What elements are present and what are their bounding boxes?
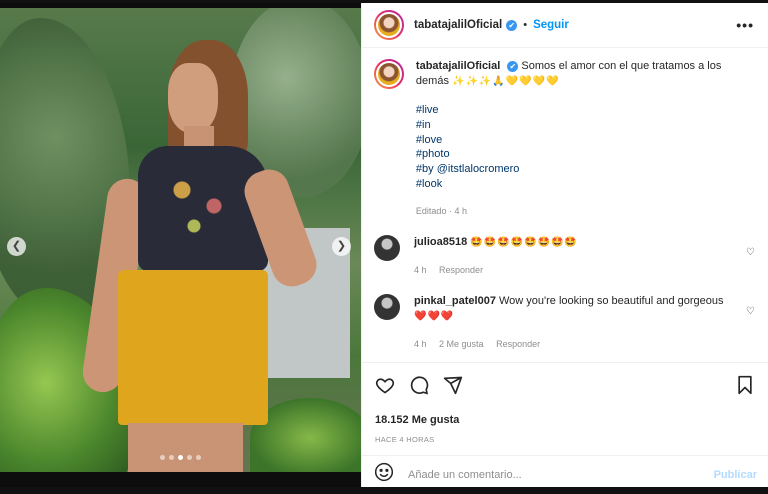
hashtag[interactable]: #love <box>416 133 755 148</box>
hashtag-list: #live #in #love #photo #by @itstlalocrom… <box>416 103 755 192</box>
comment-input[interactable] <box>408 468 714 481</box>
carousel-dot <box>169 455 174 460</box>
hashtag[interactable]: #live <box>416 103 755 118</box>
comment-row: pinkal_patel007 Wow you're looking so be… <box>374 293 755 352</box>
comment-text: Wow you're looking so beautiful and gorg… <box>499 294 724 307</box>
comment-likes[interactable]: 2 Me gusta <box>439 339 484 349</box>
post-media: ❮ ❯ <box>0 0 361 494</box>
reply-button[interactable]: Responder <box>496 339 540 349</box>
carousel-dot <box>187 455 192 460</box>
comment-icon[interactable] <box>409 375 429 400</box>
post-panel: tabatajalilOficial ✔ • Seguir ••• tabata… <box>361 0 768 494</box>
verified-icon: ✔ <box>507 60 519 72</box>
hashtag[interactable]: #by @itstlalocromero <box>416 162 755 177</box>
carousel-dot <box>196 455 201 460</box>
heart-icon[interactable] <box>375 375 395 400</box>
comment-like-icon[interactable]: ♡ <box>746 247 755 258</box>
likes-count[interactable]: 18.152 Me gusta <box>375 414 755 426</box>
author-username[interactable]: tabatajalilOficial <box>414 19 502 31</box>
caption-meta: Editado · 4 h <box>415 205 467 216</box>
hashtag[interactable]: #look <box>416 177 755 192</box>
hashtag[interactable]: #photo <box>416 147 755 162</box>
comment-like-icon[interactable]: ♡ <box>746 306 755 317</box>
follow-button[interactable]: Seguir <box>533 19 569 31</box>
comment-emojis: ❤️❤️❤️ <box>414 310 455 322</box>
chevron-left-icon[interactable]: ❮ <box>7 237 26 256</box>
carousel-dot-active <box>178 455 183 460</box>
share-icon[interactable] <box>443 375 463 400</box>
carousel-dot <box>160 455 165 460</box>
comment-text: 🤩🤩🤩🤩🤩🤩🤩🤩 <box>470 236 578 248</box>
more-options-icon[interactable]: ••• <box>736 17 754 33</box>
commenter-username[interactable]: julioa8518 <box>414 236 467 248</box>
comments-list[interactable]: tabatajalilOficial ✔ Somos el amor con e… <box>362 49 768 362</box>
commenter-username[interactable]: pinkal_patel007 <box>414 295 496 307</box>
caption-avatar[interactable] <box>374 59 404 89</box>
caption-emojis: ✨✨✨🙏💛💛💛💛 <box>452 76 560 87</box>
commenter-avatar[interactable] <box>374 234 400 261</box>
comment-time: 4 h <box>414 264 427 275</box>
verified-icon: ✔ <box>506 19 518 31</box>
comment-time: 4 h <box>414 338 427 349</box>
post-photo <box>0 8 361 472</box>
emoji-icon[interactable] <box>374 462 394 487</box>
publish-button[interactable]: Publicar <box>714 469 757 481</box>
window-bottom-edge <box>0 487 768 494</box>
author-avatar[interactable] <box>374 10 404 40</box>
commenter-avatar[interactable] <box>374 293 400 320</box>
hashtag[interactable]: #in <box>416 118 755 133</box>
comment-row: julioa8518 🤩🤩🤩🤩🤩🤩🤩🤩 4 h Responder ♡ <box>374 234 755 278</box>
window-top-edge <box>0 0 768 3</box>
separator-dot: • <box>523 19 528 31</box>
post-header: tabatajalilOficial ✔ • Seguir ••• <box>362 3 768 48</box>
chevron-right-icon[interactable]: ❯ <box>332 237 351 256</box>
post-timestamp: HACE 4 HORAS <box>375 435 435 444</box>
carousel-dots <box>160 455 201 460</box>
action-bar: 18.152 Me gusta HACE 4 HORAS <box>362 362 768 444</box>
bookmark-icon[interactable] <box>735 375 755 400</box>
caption-username[interactable]: tabatajalilOficial <box>416 60 500 72</box>
reply-button[interactable]: Responder <box>439 265 483 275</box>
caption: tabatajalilOficial ✔ Somos el amor con e… <box>374 59 755 219</box>
